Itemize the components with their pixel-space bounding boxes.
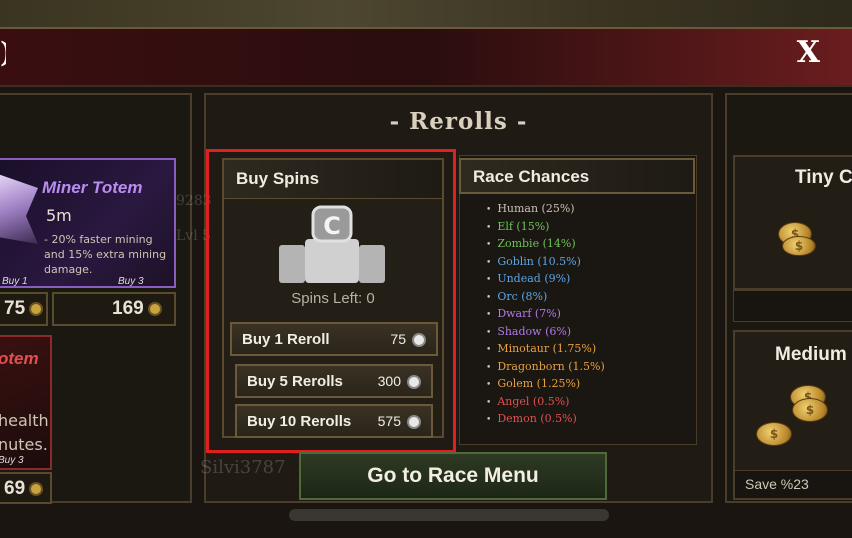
- coin-icon: [412, 333, 426, 348]
- medium-coins-title: Medium: [775, 344, 847, 365]
- coin-icon: [407, 415, 421, 430]
- miner-totem-description: - 20% faster mining and 15% extra mining…: [44, 233, 167, 276]
- crystal-icon: [0, 174, 38, 244]
- totem-card-2[interactable]: otem health nutes. Buy 3: [0, 335, 52, 470]
- race-chances-list: Human (25%)Elf (15%)Zombie (14%)Goblin (…: [486, 200, 605, 428]
- totem2-desc-line1: health: [0, 411, 49, 430]
- coin-icon: [147, 301, 162, 316]
- buy-option-price: 575: [378, 413, 421, 430]
- totem2-desc-line2: nutes.: [0, 435, 48, 454]
- character-silhouette-icon: C: [279, 205, 385, 283]
- totem2-buy3-button[interactable]: 69: [0, 472, 52, 504]
- buy1-label: Buy 1: [2, 276, 28, 287]
- miner-totem-title: Miner Totem: [42, 178, 143, 197]
- race-chance-item: Golem (1.25%): [486, 375, 605, 393]
- race-chance-item: Undead (9%): [486, 270, 605, 288]
- coin-icon: [29, 301, 44, 316]
- svg-text:C: C: [323, 212, 341, 240]
- buy-option-label: Buy 1 Reroll: [242, 331, 330, 348]
- game-world-background: [0, 0, 852, 28]
- ghost-number: 9283: [176, 193, 212, 209]
- race-chance-item: Dragonborn (1.5%): [486, 358, 604, 376]
- miner-buy1-button[interactable]: 75: [0, 292, 48, 326]
- race-chances-header: Race Chances: [459, 158, 695, 194]
- close-button[interactable]: X: [797, 38, 820, 68]
- race-chance-item: Orc (8%): [486, 288, 605, 306]
- buy3-label: Buy 3: [118, 276, 144, 287]
- medium-save-label: Save %23: [735, 470, 852, 498]
- price-value: 169: [112, 298, 144, 319]
- race-chances-title: Race Chances: [473, 167, 590, 186]
- back-button[interactable]: ): [0, 38, 6, 68]
- buy-option-price: 300: [378, 373, 421, 390]
- shop-title-bar: [0, 27, 852, 87]
- tiny-coins-title: Tiny C: [795, 167, 852, 188]
- race-chance-item: Minotaur (1.75%): [486, 340, 605, 358]
- race-chance-item: Elf (15%): [486, 218, 605, 236]
- miner-buy3-button[interactable]: 169: [52, 292, 176, 326]
- go-to-race-menu-button[interactable]: Go to Race Menu: [299, 452, 607, 500]
- price-value: 75: [4, 298, 26, 319]
- coin-pile-icon: [782, 236, 816, 256]
- tiny-coins-price-bar[interactable]: [733, 290, 852, 322]
- buy-1-reroll-button[interactable]: Buy 1 Reroll 75: [230, 322, 438, 356]
- buy-10-rerolls-button[interactable]: Buy 10 Rerolls 575: [235, 404, 433, 438]
- buy-spins-title: Buy Spins: [236, 169, 320, 188]
- coin-icon: [407, 375, 421, 390]
- race-chance-item: Demon (0.5%): [486, 410, 605, 428]
- buy-5-rerolls-button[interactable]: Buy 5 Rerolls 300: [235, 364, 433, 398]
- horizontal-scrollbar[interactable]: [289, 509, 609, 521]
- buy-spins-header: Buy Spins: [224, 160, 442, 199]
- buy-option-label: Buy 10 Rerolls: [247, 413, 352, 430]
- ghost-level: Lvl 5: [176, 228, 212, 244]
- buy3-label: Buy 3: [0, 455, 24, 466]
- coin-icon: [29, 481, 44, 496]
- coin-stack-icon: [756, 422, 792, 446]
- spins-left-label: Spins Left: 0: [291, 290, 375, 307]
- buy-option-label: Buy 5 Rerolls: [247, 373, 343, 390]
- coin-stack-icon: [792, 398, 828, 422]
- race-chance-item: Angel (0.5%): [486, 393, 605, 411]
- race-chance-item: Shadow (6%): [486, 323, 605, 341]
- race-chance-item: Goblin (10.5%): [486, 253, 605, 271]
- rerolls-title: - Rerolls -: [389, 108, 528, 135]
- race-chance-item: Zombie (14%): [486, 235, 605, 253]
- miner-totem-card[interactable]: Miner Totem 5m - 20% faster mining and 1…: [0, 158, 176, 288]
- buy-option-price: 75: [390, 331, 426, 348]
- ghost-player-name: Silvi3787: [200, 457, 286, 478]
- totem2-title: otem: [0, 349, 39, 368]
- race-chance-item: Dwarf (7%): [486, 305, 605, 323]
- price-value: 69: [4, 478, 26, 499]
- miner-totem-duration: 5m: [46, 206, 72, 225]
- race-chance-item: Human (25%): [486, 200, 605, 218]
